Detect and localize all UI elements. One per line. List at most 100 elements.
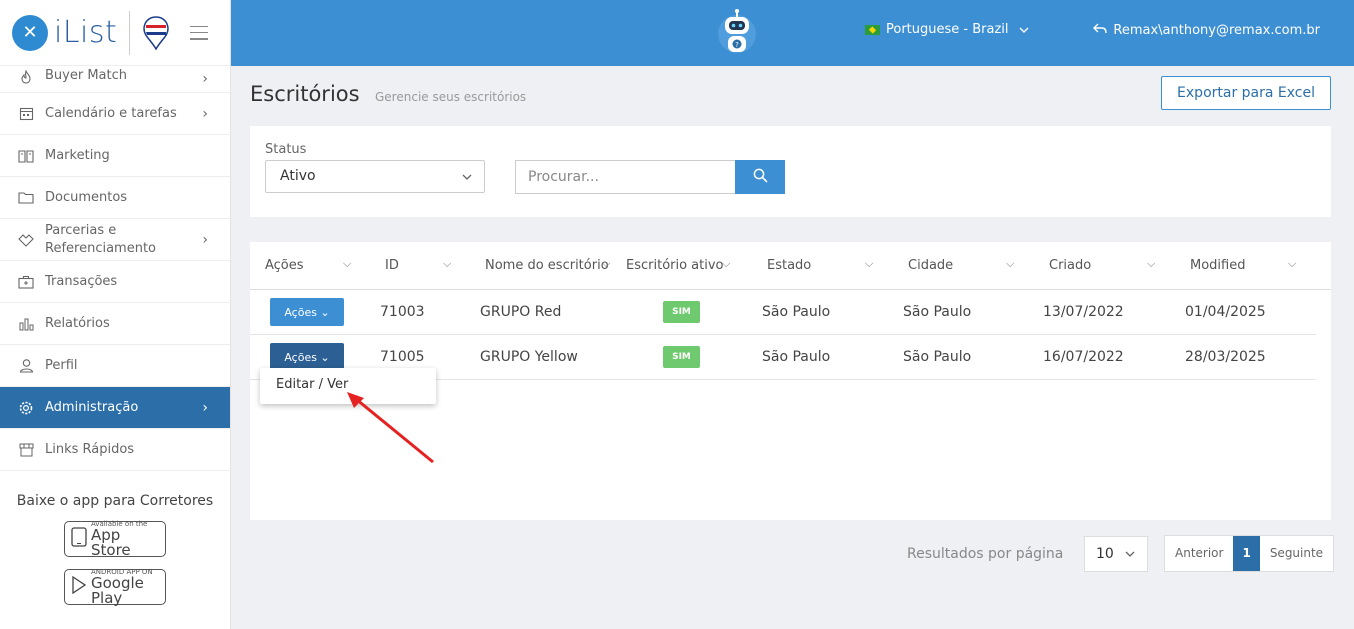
results-per-page-label: Resultados por página <box>907 546 1064 562</box>
column-header-id[interactable]: ID ⌵ <box>385 257 451 273</box>
app-store-badge[interactable]: Available on the App Store <box>64 520 166 559</box>
results-per-page-select[interactable]: 10 <box>1084 536 1148 572</box>
gear-icon <box>17 399 35 417</box>
per-page-value: 10 <box>1096 546 1114 562</box>
google-play-badge[interactable]: ANDROID APP ON Google Play <box>64 568 166 607</box>
export-excel-button[interactable]: Exportar para Excel <box>1161 76 1331 110</box>
sidebar-item-marketing[interactable]: Marketing <box>0 135 230 177</box>
sidebar-item-calendar[interactable]: Calendário e tarefas › <box>0 93 230 135</box>
hamburger-menu-icon[interactable] <box>190 25 209 40</box>
sidebar-item-label: Administração <box>45 400 139 415</box>
sidebar-item-reports[interactable]: Relatórios <box>0 303 230 345</box>
column-header-modified[interactable]: Modified ⌵ <box>1190 257 1296 273</box>
sidebar-item-label: Marketing <box>45 148 110 163</box>
status-label: Status <box>265 142 307 157</box>
google-play-icon <box>71 575 87 599</box>
sidebar-item-quick-links[interactable]: Links Rápidos <box>0 429 230 471</box>
row-actions-button[interactable]: Ações ⌄ <box>270 298 344 326</box>
chevron-down-icon: ⌵ <box>1288 257 1297 270</box>
page-title: Escritórios <box>250 82 360 106</box>
table-row: Ações ⌄ 71003 GRUPO Red SIM São Paulo Sã… <box>250 290 1316 335</box>
active-badge: SIM <box>663 301 700 323</box>
office-modified: 01/04/2025 <box>1185 304 1266 320</box>
office-created: 13/07/2022 <box>1043 304 1124 320</box>
chevron-down-icon: ⌵ <box>865 257 874 270</box>
column-header-actions[interactable]: Ações ⌵ <box>265 257 351 273</box>
chevron-down-icon: ⌵ <box>1006 257 1015 270</box>
office-id: 71005 <box>380 349 425 365</box>
sidebar-item-label: Relatórios <box>45 316 110 331</box>
column-header-name[interactable]: Nome do escritório ⌵ <box>485 257 611 273</box>
briefcase-icon <box>17 273 35 291</box>
search-button[interactable] <box>735 160 785 194</box>
ilist-logo-icon[interactable]: ✕ <box>12 14 48 51</box>
brand-header: ✕ iList <box>0 0 230 66</box>
status-select[interactable]: Ativo <box>265 160 485 193</box>
office-modified: 28/03/2025 <box>1185 349 1266 365</box>
sidebar: ✕ iList Buyer Match › Calendário e taref… <box>0 0 231 629</box>
sidebar-item-profile[interactable]: Perfil <box>0 345 230 387</box>
language-selector[interactable]: Portuguese - Brazil <box>865 22 1029 37</box>
sidebar-item-buyer-match[interactable]: Buyer Match › <box>0 66 230 93</box>
app-store-big: App Store <box>91 525 131 559</box>
table-header: Ações ⌵ ID ⌵ Nome do escritório ⌵ Escritóri… <box>250 242 1331 290</box>
chevron-down-icon: ⌵ <box>602 257 611 270</box>
svg-text:?: ? <box>735 41 739 49</box>
user-icon <box>17 357 35 375</box>
user-account-label: Remax\anthony@remax.com.br <box>1113 22 1320 38</box>
chevron-right-icon: › <box>202 231 208 248</box>
page-number-button[interactable]: 1 <box>1233 536 1260 571</box>
user-menu[interactable]: Remax\anthony@remax.com.br <box>1093 22 1320 38</box>
app-promo-text: Baixe o app para Corretores <box>16 493 214 509</box>
sidebar-item-transactions[interactable]: Transações <box>0 261 230 303</box>
office-city: São Paulo <box>903 349 972 365</box>
app-promo: Baixe o app para Corretores Available on… <box>0 493 230 605</box>
language-label: Portuguese - Brazil <box>886 22 1009 37</box>
active-badge: SIM <box>663 346 700 368</box>
sidebar-item-administration[interactable]: Administração › <box>0 387 230 429</box>
search-icon <box>753 168 768 186</box>
office-state: São Paulo <box>762 349 831 365</box>
remax-balloon-icon <box>142 15 170 50</box>
folder-icon <box>17 189 35 207</box>
sidebar-item-label: Calendário e tarefas <box>45 106 177 121</box>
sidebar-nav: Buyer Match › Calendário e tarefas › Mar… <box>0 66 230 471</box>
edit-view-menu-item[interactable]: Editar / Ver <box>276 377 348 392</box>
google-play-big: Google Play <box>91 573 144 607</box>
status-value: Ativo <box>280 168 316 184</box>
sidebar-item-documents[interactable]: Documentos <box>0 177 230 219</box>
office-state: São Paulo <box>762 304 831 320</box>
column-header-active[interactable]: Escritório ativo ⌵ <box>626 257 730 273</box>
sidebar-item-label: Transações <box>45 274 118 289</box>
brazil-flag-icon <box>865 24 880 35</box>
chevron-down-icon <box>1125 537 1135 571</box>
chevron-right-icon: › <box>202 71 208 87</box>
office-city: São Paulo <box>903 304 972 320</box>
chevron-down-icon: ⌵ <box>343 257 352 270</box>
sidebar-item-label: Perfil <box>45 358 78 373</box>
column-header-city[interactable]: Cidade ⌵ <box>908 257 1014 273</box>
sidebar-item-label: Buyer Match <box>45 68 127 83</box>
sidebar-item-label: Parcerias e Referenciamento <box>45 222 156 256</box>
column-header-created[interactable]: Criado ⌵ <box>1049 257 1155 273</box>
robot-assistant-icon[interactable]: ? <box>717 8 757 58</box>
previous-page-button[interactable]: Anterior <box>1165 536 1233 571</box>
office-created: 16/07/2022 <box>1043 349 1124 365</box>
chevron-right-icon: › <box>202 399 208 416</box>
column-header-state[interactable]: Estado ⌵ <box>767 257 873 273</box>
office-id: 71003 <box>380 304 425 320</box>
next-page-button[interactable]: Seguinte <box>1260 536 1333 571</box>
bar-chart-icon <box>17 315 35 333</box>
sidebar-item-partnerships[interactable]: Parcerias e Referenciamento › <box>0 219 230 261</box>
office-name: GRUPO Yellow <box>480 349 578 365</box>
fire-icon <box>17 68 35 86</box>
chevron-down-icon <box>1019 23 1029 36</box>
main-content: Escritórios Gerencie seus escritórios Ex… <box>250 66 1331 520</box>
row-actions-button[interactable]: Ações ⌄ <box>270 343 344 371</box>
book-icon <box>17 147 35 165</box>
reply-arrow-icon <box>1093 22 1108 38</box>
sidebar-item-label: Documentos <box>45 190 128 205</box>
search-input[interactable] <box>515 160 736 194</box>
filter-panel: Status Ativo <box>250 126 1331 217</box>
chevron-down-icon: ⌵ <box>1147 257 1156 270</box>
